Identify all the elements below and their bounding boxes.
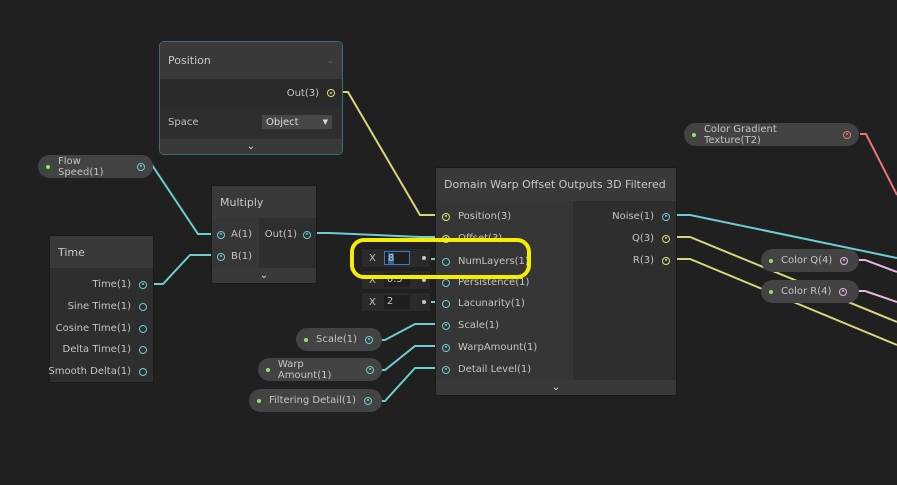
exposed-dot-icon (304, 337, 308, 342)
dropdown-arrow-icon: ▼ (322, 118, 328, 126)
node-title: Time (58, 245, 85, 259)
exposed-dot-icon (769, 258, 773, 263)
output-label: Time(1) (92, 279, 131, 290)
output-port[interactable] (139, 367, 147, 376)
value-input[interactable]: 2 (383, 295, 410, 309)
expand-chevron-icon[interactable]: ⌄ (212, 268, 316, 283)
output-port[interactable] (137, 162, 145, 171)
highlight-annotation (350, 238, 531, 279)
property-label: Warp Amount(1) (277, 358, 332, 381)
input-port[interactable] (442, 278, 450, 287)
position-node[interactable]: Position ⌄ Out(3) Space Object ▼ ⌄ (159, 41, 343, 155)
output-label: Noise(1) (612, 211, 654, 222)
property-flow-speed[interactable]: Flow Speed(1) (38, 155, 153, 178)
input-port[interactable] (442, 212, 450, 221)
node-title: Position (168, 54, 211, 67)
output-port[interactable] (662, 234, 670, 243)
wire-flow-speed (141, 164, 217, 235)
property-label: Flow Speed(1) (57, 155, 104, 178)
input-port-a[interactable] (217, 230, 225, 239)
exposed-dot-icon (46, 164, 50, 169)
time-node[interactable]: Time Time(1) Sine Time(1) Cosine Time(1)… (48, 235, 154, 383)
exposed-dot-icon (266, 367, 270, 372)
property-label: Scale(1) (316, 334, 358, 345)
output-port[interactable] (843, 130, 851, 139)
input-label: A(1) (231, 229, 253, 240)
node-header[interactable]: Domain Warp Offset Outputs 3D Filtered (436, 168, 676, 201)
output-port[interactable] (303, 230, 311, 239)
output-label: Delta Time(1) (62, 344, 132, 355)
output-port[interactable] (139, 280, 147, 289)
output-label: Sine Time(1) (67, 301, 131, 312)
axis-label: X (369, 296, 376, 308)
input-label: Scale(1) (458, 320, 500, 331)
output-label: Out(3) (286, 87, 319, 99)
wire-gradient (860, 133, 897, 196)
input-label: Detail Level(1) (458, 364, 532, 375)
node-header[interactable]: Position ⌄ (160, 42, 342, 79)
property-color-r[interactable]: Color R(4) (761, 280, 859, 303)
property-warp-amount[interactable]: Warp Amount(1) (258, 358, 382, 381)
property-label: Color R(4) (781, 286, 832, 297)
property-color-q[interactable]: Color Q(4) (761, 249, 859, 272)
input-port[interactable] (442, 343, 450, 352)
wire-time (148, 254, 217, 285)
node-header[interactable]: Time (50, 236, 153, 268)
output-label: Smooth Delta(1) (48, 366, 131, 377)
domain-warp-node[interactable]: Domain Warp Offset Outputs 3D Filtered P… (435, 167, 677, 396)
property-filtering-detail[interactable]: Filtering Detail(1) (249, 389, 382, 412)
wire-color-r (858, 290, 897, 303)
input-label: B(1) (231, 251, 253, 262)
input-port[interactable] (442, 365, 450, 374)
input-label: WarpAmount(1) (458, 342, 538, 353)
exposed-dot-icon (257, 398, 261, 403)
output-port[interactable] (139, 302, 147, 311)
node-header[interactable]: Multiply (212, 186, 316, 218)
multiply-node[interactable]: Multiply A(1) B(1) Out(1) ⌄ (211, 185, 317, 284)
output-label: Out(1) (264, 229, 297, 240)
output-port[interactable] (840, 256, 849, 265)
node-title: Multiply (220, 195, 264, 209)
output-port[interactable] (364, 396, 373, 405)
exposed-dot-icon (692, 132, 696, 137)
expand-chevron-icon[interactable]: ⌄ (436, 380, 676, 395)
space-label: Space (168, 116, 199, 128)
output-label: R(3) (632, 255, 654, 266)
output-port[interactable] (839, 287, 848, 296)
expand-chevron-icon[interactable]: ⌄ (160, 139, 342, 154)
exposed-dot-icon (769, 289, 773, 294)
property-label: Color Gradient Texture(T2) (703, 123, 777, 146)
output-port[interactable] (365, 335, 374, 344)
output-port[interactable] (662, 212, 670, 221)
node-title: Domain Warp Offset Outputs 3D Filtered (444, 178, 666, 191)
space-dropdown[interactable]: Object ▼ (262, 115, 332, 129)
output-port[interactable] (327, 89, 335, 97)
input-port[interactable] (442, 299, 450, 308)
wire-multiply-out (311, 232, 441, 238)
input-label: Lacunarity(1) (458, 298, 525, 309)
input-label: Position(3) (458, 211, 512, 222)
output-label: Q(3) (631, 233, 654, 244)
lacunarity-field[interactable]: X2 (361, 292, 431, 312)
input-port[interactable] (442, 321, 450, 330)
collapse-chevron-icon[interactable]: ⌄ (326, 56, 334, 66)
input-port-b[interactable] (217, 252, 225, 261)
space-value: Object (266, 116, 299, 128)
output-port[interactable] (662, 256, 670, 265)
port-dot-icon (421, 300, 426, 304)
property-color-gradient-texture[interactable]: Color Gradient Texture(T2) (684, 123, 859, 146)
property-label: Color Q(4) (781, 255, 833, 266)
wire-color-q (858, 259, 897, 273)
property-label: Filtering Detail(1) (269, 395, 357, 406)
output-port[interactable] (139, 345, 147, 354)
output-port[interactable] (366, 365, 374, 374)
property-scale[interactable]: Scale(1) (296, 328, 382, 351)
wire-position (333, 91, 441, 216)
output-label: Cosine Time(1) (55, 323, 131, 334)
output-port[interactable] (139, 324, 147, 333)
